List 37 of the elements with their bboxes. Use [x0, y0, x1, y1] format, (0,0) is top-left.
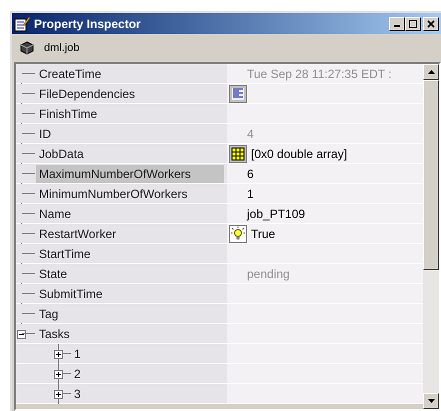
- property-name[interactable]: 3: [71, 384, 84, 402]
- window-title: Property Inspector: [34, 16, 142, 32]
- property-value[interactable]: [0x0 double array]: [251, 144, 348, 162]
- property-name[interactable]: MaximumNumberOfWorkers: [36, 164, 224, 182]
- property-name[interactable]: Tag: [36, 304, 62, 322]
- expand-toggle[interactable]: [54, 350, 63, 359]
- lightbulb-icon[interactable]: [229, 224, 247, 242]
- scrollbar[interactable]: [423, 64, 439, 409]
- expand-toggle[interactable]: [54, 370, 63, 379]
- up-arrow-icon: [428, 70, 434, 74]
- scroll-up-button[interactable]: [423, 64, 439, 80]
- list-icon[interactable]: [229, 84, 247, 102]
- cube-icon: [20, 41, 34, 55]
- property-value[interactable]: 1: [247, 184, 254, 202]
- property-value[interactable]: 6: [247, 164, 254, 182]
- close-icon: [427, 20, 435, 28]
- property-name[interactable]: 1: [71, 344, 84, 362]
- down-arrow-icon: [428, 399, 434, 403]
- property-value[interactable]: job_PT109: [247, 204, 306, 222]
- expand-toggle[interactable]: [54, 390, 63, 399]
- object-label: dml.job: [44, 40, 80, 56]
- scroll-thumb[interactable]: [423, 80, 439, 270]
- collapse-toggle[interactable]: [17, 330, 26, 339]
- property-name[interactable]: Name: [36, 204, 74, 222]
- minimize-icon: [394, 25, 400, 27]
- property-name[interactable]: ID: [36, 124, 54, 142]
- maximize-icon: [409, 20, 417, 28]
- app-icon: [14, 16, 30, 32]
- property-name[interactable]: Tasks: [36, 324, 73, 342]
- minimize-button[interactable]: [389, 16, 405, 30]
- close-button[interactable]: [423, 16, 439, 30]
- scroll-down-button[interactable]: [423, 393, 439, 409]
- maximize-button[interactable]: [405, 16, 421, 30]
- property-value[interactable]: True: [251, 224, 276, 242]
- grid-icon[interactable]: [229, 144, 247, 162]
- property-name[interactable]: State: [36, 264, 70, 282]
- property-name[interactable]: 2: [71, 364, 84, 382]
